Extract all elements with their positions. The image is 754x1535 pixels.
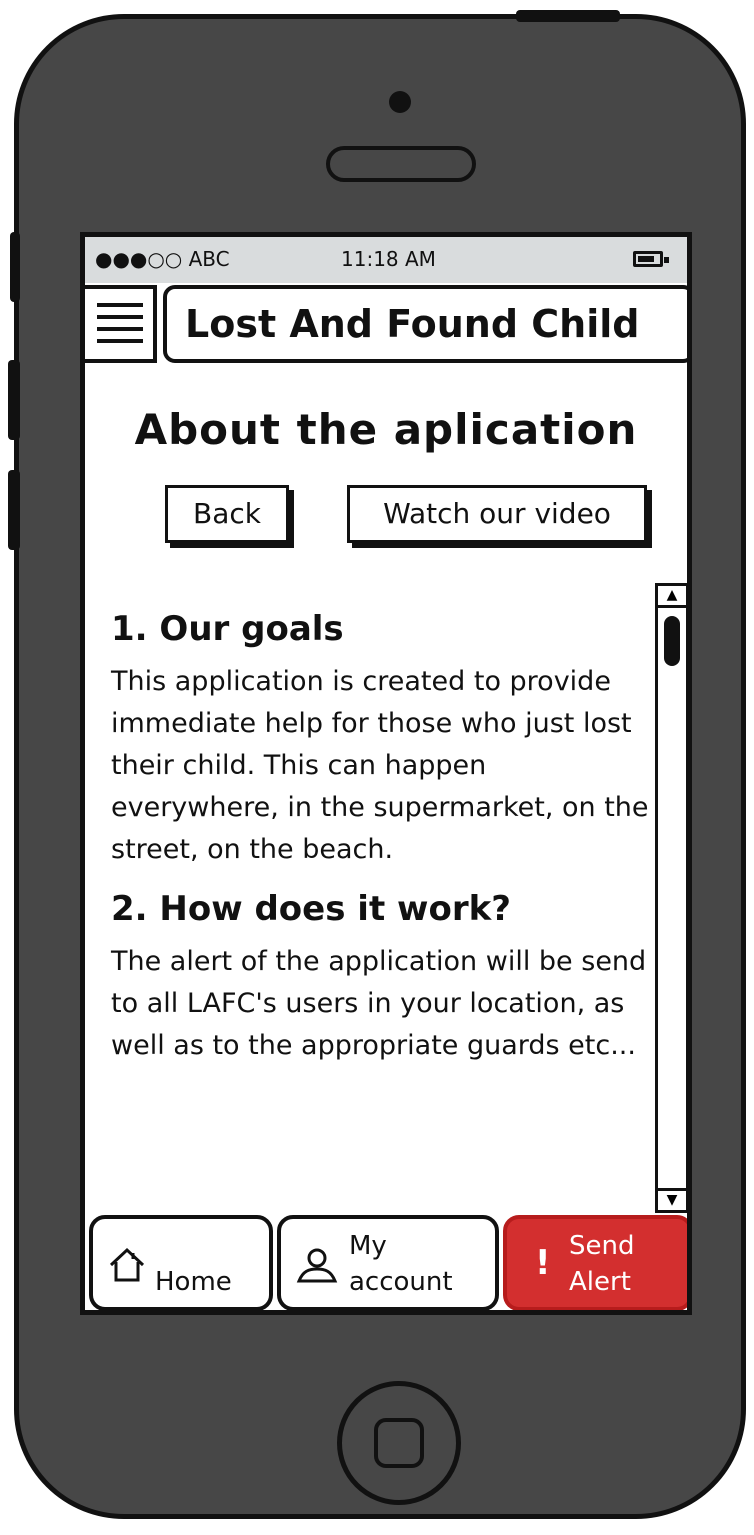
menu-icon-line [97, 339, 143, 343]
section-title-goals: 1. Our goals [111, 609, 344, 649]
tab-account-label-line1: My [349, 1231, 387, 1261]
hamburger-menu-button[interactable] [85, 285, 157, 363]
send-alert-button[interactable]: ! Send Alert [503, 1215, 687, 1310]
speaker [326, 146, 476, 182]
section-text-how-it-works: The alert of the application will be sen… [111, 946, 647, 1061]
app-title: Lost And Found Child [163, 285, 687, 363]
tab-home[interactable]: Home [89, 1215, 273, 1310]
carrier-label: ●●●○○ ABC [95, 247, 230, 271]
about-content: 1. Our goals This application is created… [111, 609, 651, 1085]
camera [389, 91, 411, 113]
send-alert-label-line2: Alert [569, 1267, 631, 1297]
tab-bar: Home My account ! Send Alert [85, 1215, 687, 1310]
house-icon [109, 1247, 145, 1282]
battery-icon [633, 251, 669, 267]
tab-home-label: Home [155, 1267, 232, 1297]
power-button [516, 10, 620, 22]
clock: 11:18 AM [341, 247, 436, 271]
section-title-how-it-works: 2. How does it work? [111, 889, 511, 929]
tab-my-account[interactable]: My account [277, 1215, 499, 1310]
vertical-scrollbar[interactable]: ▲ ▼ [655, 583, 687, 1213]
scroll-down-icon[interactable]: ▼ [658, 1188, 686, 1210]
exclamation-icon: ! [535, 1243, 551, 1283]
silent-switch [10, 232, 20, 302]
volume-down-button [8, 470, 20, 550]
home-button-square-icon [374, 1418, 424, 1468]
tab-account-label-line2: account [349, 1267, 453, 1297]
section-text-goals: This application is created to provide i… [111, 666, 649, 865]
page-title: About the aplication [134, 405, 638, 454]
menu-icon-line [97, 327, 143, 331]
send-alert-label-line1: Send [569, 1231, 635, 1261]
app-screen: ●●●○○ ABC 11:18 AM Lost And Found Child … [80, 232, 692, 1315]
scroll-up-icon[interactable]: ▲ [658, 586, 686, 608]
back-button[interactable]: Back [165, 485, 289, 543]
scroll-thumb[interactable] [664, 616, 680, 666]
status-bar: ●●●○○ ABC 11:18 AM [85, 237, 687, 283]
user-icon [296, 1248, 338, 1283]
volume-up-button [8, 360, 20, 440]
watch-video-button[interactable]: Watch our video [347, 485, 647, 543]
menu-icon-line [97, 303, 143, 307]
menu-icon-line [97, 315, 143, 319]
home-hardware-button[interactable] [337, 1381, 461, 1505]
